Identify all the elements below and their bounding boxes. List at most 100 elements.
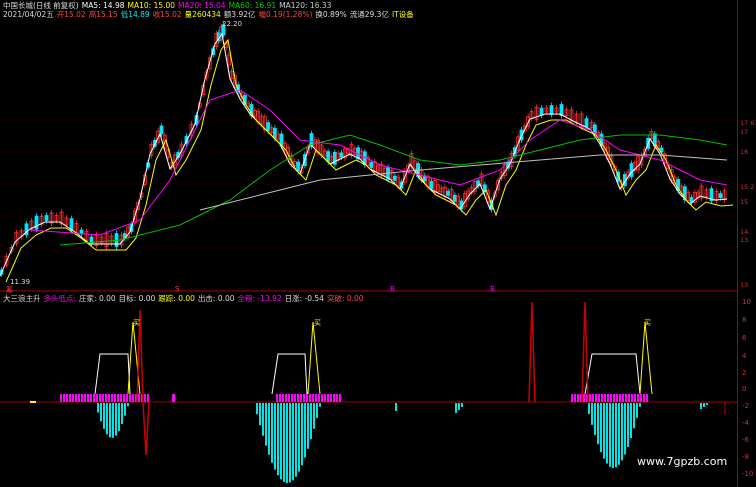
cyan-bar	[289, 403, 291, 483]
cyan-bar	[591, 403, 593, 425]
cyan-bar	[395, 403, 397, 411]
sell-marker: S	[175, 285, 180, 293]
magenta-bar	[318, 394, 320, 402]
candle-body	[429, 181, 434, 189]
cyan-bar	[100, 403, 102, 422]
candlestick-chart[interactable]	[0, 0, 737, 487]
magenta-bar	[81, 394, 83, 402]
chart-frame: 中国长城(日线 前复权) MA5: 14.98 MA10: 15.00 MA20: 1…	[0, 0, 737, 487]
ind-tick-m4: -4	[742, 419, 749, 427]
buy-signal-2: 买	[314, 319, 321, 327]
magenta-bar	[90, 394, 92, 402]
magenta-bar	[595, 394, 597, 402]
magenta-bar	[625, 394, 627, 402]
mubiao-label: 目标: 0.00	[118, 294, 156, 303]
magenta-bar	[646, 394, 648, 402]
duokong-label: 多头低点:	[43, 294, 77, 303]
cyan-bar	[603, 403, 605, 459]
magenta-bar	[111, 394, 113, 402]
magenta-bar	[75, 394, 77, 402]
plateau-line-1	[94, 353, 131, 395]
ind-tick-10: 10	[742, 298, 751, 306]
cyan-bar	[295, 403, 297, 477]
ind-tick-2: 2	[742, 369, 747, 377]
magenta-bar	[324, 394, 326, 402]
ind-tick-m2: -2	[742, 402, 749, 410]
magenta-bar	[285, 394, 287, 402]
genzong-label: 跟踪: 0.00	[158, 294, 195, 303]
magenta-bar	[571, 394, 573, 402]
magenta-bar	[330, 394, 332, 402]
qianrong-label: 全程: -13.92	[237, 294, 282, 303]
magenta-bar	[589, 394, 591, 402]
magenta-bar	[610, 394, 612, 402]
cyan-bar	[624, 403, 626, 455]
magenta-bar	[172, 394, 175, 402]
magenta-bar	[60, 394, 62, 402]
candle-body	[718, 193, 723, 199]
magenta-bar	[138, 394, 140, 402]
buy-marker-2: B	[490, 285, 495, 293]
low-price-mark: 11.39	[10, 278, 31, 286]
magenta-bar	[637, 394, 639, 402]
axis-tick-7: 15	[740, 198, 749, 206]
cyan-bar	[109, 403, 111, 438]
plateau-line-3	[584, 353, 641, 395]
candle-body	[296, 161, 301, 172]
magenta-bar	[93, 394, 95, 402]
cyan-bar	[271, 403, 273, 463]
tupo-label: 突破: 0.00	[326, 294, 364, 303]
cyan-bar	[316, 403, 318, 418]
cyan-bar	[461, 403, 463, 407]
cyan-bar	[118, 403, 120, 431]
candle-body	[549, 105, 554, 115]
magenta-bar	[87, 394, 89, 402]
magenta-bar	[120, 394, 122, 402]
magenta-bar	[147, 394, 149, 402]
magenta-bar	[333, 394, 335, 402]
magenta-bar	[309, 394, 311, 402]
magenta-bar	[622, 394, 624, 402]
cyan-bar	[618, 403, 620, 465]
cyan-bar	[588, 403, 590, 415]
buy-line-2	[307, 321, 321, 395]
cyan-bar	[319, 403, 321, 407]
magenta-bar	[583, 394, 585, 402]
cyan-bar	[127, 403, 129, 407]
candle-body	[326, 151, 331, 163]
cyan-bar	[274, 403, 276, 470]
candle-body	[272, 127, 277, 139]
buy-signal-1: 买	[133, 319, 140, 327]
cyan-bar	[121, 403, 123, 425]
cyan-bar	[286, 403, 288, 483]
candle-body	[392, 175, 397, 181]
small-yellow-bar	[30, 401, 36, 403]
candle-body	[339, 152, 344, 158]
magenta-bar	[336, 394, 338, 402]
magenta-bar	[282, 394, 284, 402]
cyan-bar	[256, 403, 258, 415]
ind-tick-m6: -6	[742, 436, 749, 444]
ind-tick-m8: -8	[742, 453, 749, 461]
magenta-bar	[279, 394, 281, 402]
magenta-bar	[592, 394, 594, 402]
cyan-bar	[268, 403, 270, 455]
magenta-bar	[132, 394, 134, 402]
magenta-bar	[123, 394, 125, 402]
cyan-bar	[310, 403, 312, 440]
magenta-bar	[291, 394, 293, 402]
magenta-bar	[126, 394, 128, 402]
cyan-bar	[283, 403, 285, 482]
cyan-bar	[97, 403, 99, 413]
magenta-bar	[577, 394, 579, 402]
magenta-bar	[108, 394, 110, 402]
axis-tick-5: 13	[740, 281, 749, 289]
cyan-bar	[265, 403, 267, 446]
cyan-bar	[292, 403, 294, 481]
cyan-bar	[627, 403, 629, 447]
magenta-bar	[315, 394, 317, 402]
cyan-bar	[277, 403, 279, 476]
cyan-bar	[106, 403, 108, 435]
axis-tick-1: 17.61	[740, 119, 756, 127]
magenta-bar	[84, 394, 86, 402]
